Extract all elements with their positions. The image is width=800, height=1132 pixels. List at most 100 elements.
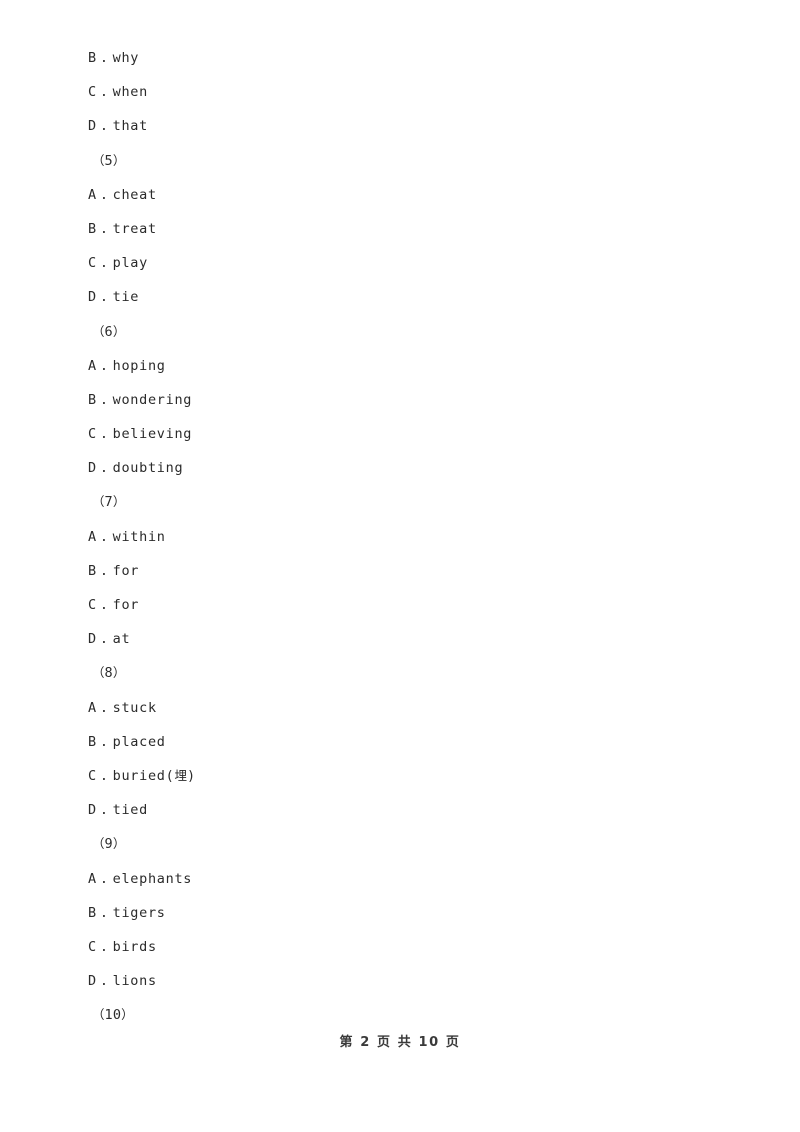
question-number-text: （9）	[92, 836, 126, 853]
cjk-gloss: （	[92, 836, 105, 852]
option-text: believing	[112, 426, 193, 443]
option-line: C. when	[0, 75, 800, 109]
question-number-text: （7）	[92, 494, 126, 511]
option-line: D. doubting	[0, 451, 800, 485]
document-page: B. why C. when D. that （5） A. cheat B. treat C. play…	[0, 0, 800, 1132]
question-number-text: （8）	[92, 665, 126, 682]
option-line: B. why	[0, 41, 800, 75]
cjk-gloss: ）	[112, 152, 126, 168]
option-text: when	[112, 84, 148, 101]
option-line: C. buried(埋)	[0, 759, 800, 793]
option-letter: B	[88, 391, 97, 408]
option-separator: .	[99, 870, 109, 887]
option-separator: .	[99, 118, 109, 135]
option-line: B. tigers	[0, 896, 800, 930]
option-separator: .	[99, 255, 109, 272]
option-letter: A	[88, 699, 97, 716]
option-letter: B	[88, 220, 97, 237]
option-text: treat	[112, 220, 157, 237]
cjk-gloss: （	[92, 323, 105, 339]
option-text: tied	[112, 802, 148, 819]
option-line: A. cheat	[0, 178, 800, 212]
option-separator: .	[99, 767, 109, 784]
option-letter: A	[88, 528, 97, 545]
cjk-gloss: （	[92, 494, 105, 510]
cjk-gloss: ）	[112, 836, 126, 852]
option-separator: .	[99, 631, 109, 648]
option-text: why	[112, 50, 140, 66]
option-text: hoping	[112, 357, 166, 374]
option-text: doubting	[112, 460, 184, 477]
option-text: at	[112, 631, 131, 648]
option-separator: .	[99, 699, 109, 716]
option-letter: C	[88, 84, 97, 101]
option-line: D. tied	[0, 793, 800, 827]
option-text: tie	[112, 289, 140, 306]
page-footer: 第 2 页 共 10 页	[339, 1035, 461, 1050]
option-letter: C	[88, 426, 97, 443]
option-separator: .	[99, 357, 109, 374]
option-text: tigers	[112, 904, 166, 921]
option-text: within	[112, 528, 166, 545]
option-separator: .	[99, 50, 109, 66]
option-letter: D	[88, 631, 97, 648]
option-letter: D	[88, 460, 97, 477]
option-separator: .	[99, 973, 109, 990]
cjk-gloss: ）	[112, 323, 126, 339]
option-letter: D	[88, 289, 97, 306]
option-letter: C	[88, 767, 97, 784]
question-number-text: （5）	[92, 152, 126, 169]
option-letter: C	[88, 255, 97, 272]
option-text: buried(埋)	[112, 767, 196, 784]
option-line: C. play	[0, 246, 800, 280]
option-line: A. within	[0, 520, 800, 554]
option-separator: .	[99, 186, 109, 203]
option-letter: B	[88, 733, 97, 750]
cjk-gloss: （	[92, 152, 105, 168]
question-number: （5）	[0, 144, 800, 178]
option-text: play	[112, 255, 148, 272]
question-number-text: （6）	[92, 323, 126, 340]
option-letter: C	[88, 938, 97, 955]
cjk-gloss: ）	[121, 1007, 134, 1023]
cjk-gloss: （	[92, 665, 105, 681]
option-line: C. believing	[0, 417, 800, 451]
option-line: A. elephants	[0, 862, 800, 896]
option-text: for	[112, 597, 140, 613]
option-text: placed	[112, 733, 166, 750]
option-letter: D	[88, 973, 97, 990]
option-letter: B	[88, 562, 97, 579]
question-number-text: （10）	[92, 1007, 134, 1024]
question-number: （6）	[0, 315, 800, 349]
option-line: D. at	[0, 622, 800, 656]
option-text: stuck	[112, 699, 157, 716]
option-text: elephants	[112, 870, 193, 887]
question-number: （8）	[0, 656, 800, 690]
option-separator: .	[99, 84, 109, 101]
option-letter: D	[88, 118, 97, 135]
option-letter: A	[88, 186, 97, 203]
option-separator: .	[99, 938, 109, 955]
option-separator: .	[99, 289, 109, 306]
option-letter: D	[88, 802, 97, 819]
option-line: A. stuck	[0, 691, 800, 725]
option-text: birds	[112, 938, 157, 955]
option-text: for	[112, 562, 140, 579]
cjk-gloss: 埋	[174, 767, 187, 783]
option-line: B. for	[0, 554, 800, 588]
option-text: wondering	[112, 391, 193, 408]
cjk-gloss: ）	[112, 665, 126, 681]
option-line: A. hoping	[0, 349, 800, 383]
option-line: B. treat	[0, 212, 800, 246]
cjk-gloss: （	[92, 1007, 105, 1023]
question-list: B. why C. when D. that （5） A. cheat B. treat C. play…	[0, 41, 800, 1032]
option-separator: .	[99, 391, 109, 408]
option-line: B. wondering	[0, 383, 800, 417]
option-text: cheat	[112, 186, 157, 203]
option-separator: .	[99, 220, 109, 237]
option-separator: .	[99, 528, 109, 545]
question-number: （7）	[0, 485, 800, 519]
option-letter: B	[88, 904, 97, 921]
option-line: C. for	[0, 588, 800, 622]
option-letter: B	[88, 50, 97, 66]
